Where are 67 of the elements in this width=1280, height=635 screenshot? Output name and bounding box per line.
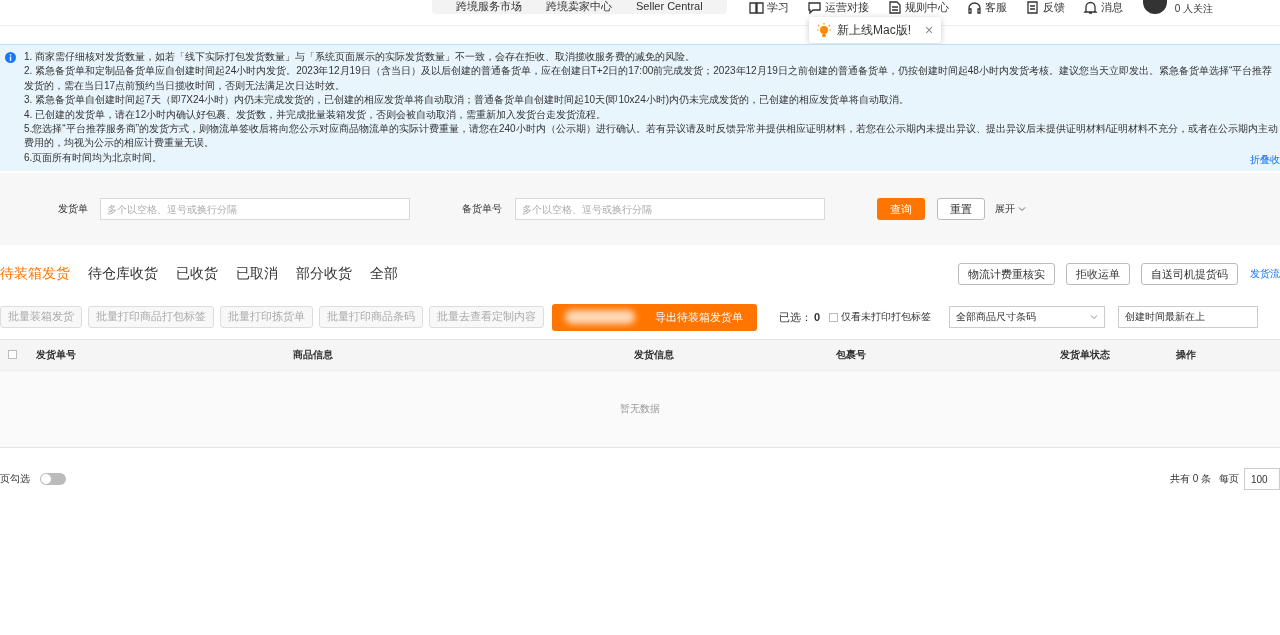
headset-icon xyxy=(966,0,982,14)
total-count: 共有 0 条 xyxy=(1169,472,1211,486)
dropdown[interactable]: 创建时间最新在上 xyxy=(1118,306,1259,328)
per-page-label: 每页 xyxy=(1219,472,1239,486)
book-icon xyxy=(748,0,764,14)
nav-label[interactable]: 客服 xyxy=(984,1,1007,13)
input-field[interactable]: 多个以空格、逗号或换行分隔 xyxy=(515,198,825,220)
action-button[interactable]: 物流计费重核实 xyxy=(958,263,1055,285)
close-button[interactable]: × xyxy=(925,22,934,38)
column-header: 包裹号 xyxy=(836,349,866,360)
selected-count: 0 xyxy=(814,311,821,323)
notice-text: 4. 已创建的发货单，请在12小时内确认好包裹、发货数，并完成批量装箱发货，否则会被自动取消，需重新加入发货台走发货流程。 xyxy=(24,107,607,122)
tab[interactable]: 部分收货 xyxy=(296,265,352,283)
column-header: 发货单号 xyxy=(36,349,76,360)
bell-icon xyxy=(1082,0,1098,14)
checkbox[interactable] xyxy=(8,349,17,359)
form-icon xyxy=(1024,0,1040,14)
reset-button[interactable]: 重置 xyxy=(937,198,985,220)
field-label: 备货单号 xyxy=(462,202,503,216)
dropdown[interactable]: 全部商品尺寸条码 xyxy=(949,306,1106,328)
column-header: 操作 xyxy=(1176,349,1196,360)
nav-link[interactable]: 跨境服务市场 xyxy=(444,0,534,14)
checkbox-label: 仅看未打印打包标签 xyxy=(841,310,932,324)
nav-label[interactable]: 反馈 xyxy=(1042,1,1065,13)
caret-icon xyxy=(1018,206,1026,212)
info-icon xyxy=(5,52,16,63)
action-button[interactable]: 拒收运单 xyxy=(1066,263,1130,285)
process-link[interactable]: 发货流 xyxy=(1250,267,1280,281)
notice-text: 6.页面所有时间均为北京时间。 xyxy=(24,150,163,165)
blur-mark xyxy=(565,310,635,324)
tooltip-text: 新上线Mac版! xyxy=(837,21,911,39)
tab[interactable]: 待仓库收货 xyxy=(88,265,158,283)
collapse-link[interactable]: 折叠收 xyxy=(1250,153,1280,167)
notice-text: 2. 紧急备货单和定制品备货单应自创建时间起24小时内发货。2023年12月19日（含当日）及以后创建的普通备货单，应在创建日T+2日的17:00前完成发货；2023年12月19日之前创建的普通备货单，仍按创建时间起48小时内发货考核。建议您当天立即发出。紧急备货单选择“平台推荐 xyxy=(24,64,1273,79)
page-size-select[interactable]: 100 xyxy=(1244,468,1280,490)
follow-count: 0 人关注 xyxy=(1174,2,1213,16)
toggle-switch[interactable] xyxy=(40,473,66,485)
tab[interactable]: 全部 xyxy=(370,265,398,283)
caret-icon xyxy=(1090,314,1099,320)
action-button[interactable]: 自送司机提货码 xyxy=(1141,263,1238,285)
notice-text: 3. 紧急备货单自创建时间起7天（即7X24小时）内仍未完成发货的，已创建的相应发货单将自动取消；普通备货单自创建时间起10天(即10x24小时)内仍未完成发货的，已创建的相应发货单将自动取消。 xyxy=(24,93,910,108)
notice-text: 1. 商家需仔细核对发货数量，如若「线下实际打包发货数量」与「系统页面展示的实际发货数量」不一致，会存在拒收、取消揽收服务费的减免的风险。 xyxy=(24,50,696,64)
empty-message: 暂无数据 xyxy=(620,402,660,416)
tab[interactable]: 已收货 xyxy=(176,265,218,283)
selected-label: 已选： xyxy=(779,309,812,325)
nav-link[interactable]: 跨境卖家中心 xyxy=(534,0,624,14)
nav-label[interactable]: 运营对接 xyxy=(824,1,869,13)
column-header: 发货单状态 xyxy=(1060,349,1110,360)
checkbox[interactable] xyxy=(829,312,839,322)
input-field[interactable]: 多个以空格、逗号或换行分隔 xyxy=(100,198,410,220)
nav-link[interactable]: Seller Central xyxy=(624,0,715,14)
notice-text: 费用的，均视为公示的相应计费重量无误。 xyxy=(24,136,214,151)
column-header: 商品信息 xyxy=(293,349,333,360)
nav-label[interactable]: 规则中心 xyxy=(904,1,949,13)
tab[interactable]: 已取消 xyxy=(236,265,278,283)
document-icon xyxy=(886,0,902,14)
nav-label[interactable]: 消息 xyxy=(1100,1,1123,13)
notice-text: 5.您选择“平台推荐服务商”的发货方式，则物流单签收后将向您公示对应商品物流单的实际计费重量，请您在240小时内（公示期）进行确认。若有异议请及时反馈异常并提供相应证明材料，若您在公示期内未提出异议、提出异议后未提供证明材料/证明材料不充分，或者在公示期内主动 xyxy=(24,121,1279,136)
avatar-icon[interactable] xyxy=(1142,0,1167,14)
expand-link[interactable]: 展开 xyxy=(995,202,1015,216)
notice-text: 发货的，需在当日17点前预约当日揽收时间，否则无法满足次日达时效。 xyxy=(24,78,346,93)
nav-label[interactable]: 学习 xyxy=(766,1,789,13)
chat-icon xyxy=(806,0,822,14)
toggle-label: 页勾选 xyxy=(0,472,30,486)
field-label: 发货单 xyxy=(58,202,89,216)
lightbulb-icon xyxy=(817,22,831,38)
column-header: 发货信息 xyxy=(634,349,674,360)
